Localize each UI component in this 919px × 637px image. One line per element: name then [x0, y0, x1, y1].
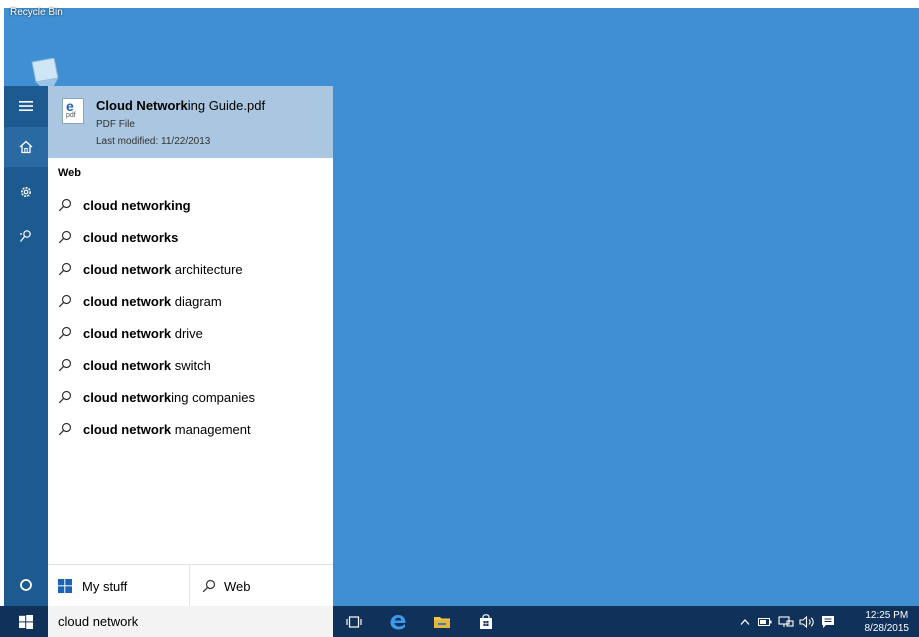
folder-icon	[434, 617, 450, 628]
web-suggestion[interactable]: cloud network switch	[48, 349, 333, 381]
web-scope-button[interactable]: Web	[202, 565, 251, 607]
top-border	[0, 0, 919, 8]
battery-icon	[758, 618, 772, 626]
cortana-circle-icon	[20, 579, 32, 591]
windows-logo-icon	[58, 579, 72, 593]
task-view-button[interactable]	[344, 612, 364, 632]
pdf-file-icon: e pdf	[62, 98, 84, 124]
notification-icon	[822, 616, 834, 628]
store-icon	[480, 614, 492, 629]
recycle-bin-label[interactable]: Recycle Bin	[10, 7, 63, 18]
search-icon	[58, 198, 72, 212]
home-icon	[19, 140, 33, 154]
clock[interactable]: 12:25 PM 8/28/2015	[865, 609, 910, 635]
network-button[interactable]	[778, 614, 794, 630]
web-suggestion[interactable]: cloud network management	[48, 413, 333, 445]
store-button[interactable]	[476, 612, 496, 632]
recycle-bin-icon[interactable]	[28, 58, 60, 86]
feedback-icon	[20, 230, 31, 242]
web-suggestion[interactable]: cloud network diagram	[48, 285, 333, 317]
search-icon	[202, 579, 216, 593]
my-stuff-button[interactable]: My stuff	[58, 565, 127, 607]
feedback-button[interactable]	[4, 216, 48, 256]
home-button[interactable]	[4, 127, 48, 167]
search-icon	[58, 294, 72, 308]
search-icon	[58, 230, 72, 244]
best-match-result[interactable]: e pdf Cloud Networking Guide.pdf PDF Fil…	[48, 86, 333, 158]
clock-time: 12:25 PM	[865, 610, 909, 621]
task-view-icon	[346, 616, 362, 628]
search-icon	[58, 262, 72, 276]
footer-divider	[189, 565, 190, 607]
start-button[interactable]	[4, 606, 48, 637]
action-center-button[interactable]	[821, 614, 835, 630]
search-icon	[58, 422, 72, 436]
network-icon	[778, 616, 794, 627]
web-suggestion[interactable]: cloud networking	[48, 189, 333, 221]
cortana-button[interactable]	[4, 564, 48, 606]
search-icon	[58, 390, 72, 404]
best-match-modified: Last modified: 11/22/2013	[96, 136, 211, 147]
hamburger-icon	[19, 101, 33, 111]
settings-button[interactable]	[4, 172, 48, 212]
search-input[interactable]	[58, 614, 318, 629]
clock-date: 8/28/2015	[864, 623, 910, 634]
taskbar: 12:25 PM 8/28/2015	[0, 606, 919, 637]
gear-icon	[21, 187, 31, 197]
web-suggestion[interactable]: cloud network architecture	[48, 253, 333, 285]
start-rail	[4, 86, 48, 606]
search-results-panel: e pdf Cloud Networking Guide.pdf PDF Fil…	[48, 86, 333, 607]
edge-icon	[390, 615, 406, 630]
search-box[interactable]	[48, 606, 333, 637]
best-match-type: PDF File	[96, 119, 135, 130]
battery-button[interactable]	[758, 614, 772, 630]
show-hidden-icons-button[interactable]	[740, 614, 750, 630]
file-explorer-button[interactable]	[432, 612, 452, 632]
menu-button[interactable]	[4, 86, 48, 126]
web-suggestion[interactable]: cloud networks	[48, 221, 333, 253]
search-icon	[58, 326, 72, 340]
web-suggestion[interactable]: cloud network drive	[48, 317, 333, 349]
windows-logo-icon	[19, 614, 33, 629]
search-icon	[58, 358, 72, 372]
edge-browser-button[interactable]	[388, 612, 408, 632]
volume-button[interactable]	[799, 614, 815, 630]
search-scope-bar: My stuff Web	[48, 564, 333, 607]
my-stuff-label: My stuff	[82, 578, 128, 594]
chevron-up-icon	[740, 619, 750, 625]
web-scope-label: Web	[224, 578, 251, 594]
web-section-heading: Web	[58, 167, 82, 179]
speaker-icon	[799, 616, 814, 628]
best-match-title: Cloud Networking Guide.pdf	[96, 98, 266, 113]
web-suggestion[interactable]: cloud networking companies	[48, 381, 333, 413]
